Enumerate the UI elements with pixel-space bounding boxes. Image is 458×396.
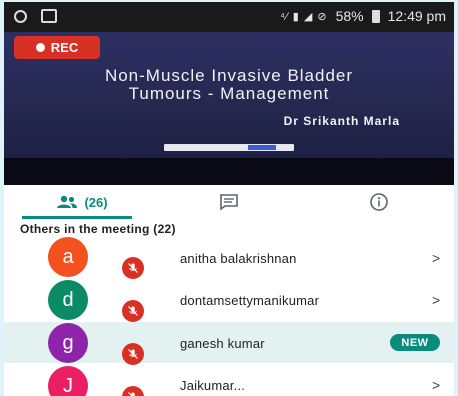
- network-icon: ⁴⁄ ▮ ◢ ⊘: [280, 10, 328, 23]
- presenter-name: Dr Srikanth Marla: [283, 114, 400, 128]
- meeting-tabs: (26): [4, 185, 454, 219]
- slide-title-line-2: Tumours - Management: [128, 84, 330, 103]
- notification-icon: [14, 9, 27, 23]
- tab-chat[interactable]: [204, 185, 254, 219]
- battery-level: 58%: [335, 8, 364, 24]
- tab-info[interactable]: [354, 185, 404, 219]
- participant-name: ganesh kumar: [180, 336, 265, 351]
- avatar: J: [48, 366, 88, 396]
- recording-badge: REC: [14, 36, 100, 59]
- record-dot-icon: [35, 43, 45, 52]
- mic-off-icon: [122, 386, 144, 396]
- people-icon: [57, 195, 78, 208]
- rec-label: REC: [50, 40, 79, 55]
- participants-section-title: Others in the meeting (22): [20, 222, 176, 236]
- status-bar: ⁴⁄ ▮ ◢ ⊘ 58% 12:49 pm: [4, 2, 454, 32]
- presentation-video[interactable]: REC Non-Muscle Invasive Bladder Tumours …: [4, 32, 454, 185]
- new-badge: NEW: [390, 334, 440, 351]
- participant-name: dontamsettymanikumar: [180, 293, 320, 308]
- chevron-right-icon[interactable]: >: [432, 250, 440, 266]
- app-frame: ⁴⁄ ▮ ◢ ⊘ 58% 12:49 pm REC Non-Muscle Inv…: [4, 2, 454, 396]
- participant-name: Jaikumar...: [180, 378, 246, 393]
- avatar: g: [48, 323, 88, 363]
- tab-people[interactable]: (26): [32, 185, 132, 219]
- avatar: d: [48, 280, 88, 320]
- chevron-right-icon[interactable]: >: [432, 377, 440, 393]
- avatar: a: [48, 237, 88, 277]
- people-count: (26): [84, 194, 108, 210]
- screen-share-bar: [164, 144, 294, 151]
- share-button-mark: [248, 145, 276, 150]
- participant-row[interactable]: d dontamsettymanikumar >: [4, 280, 454, 322]
- participant-row[interactable]: g ganesh kumar NEW: [4, 322, 454, 365]
- chevron-right-icon[interactable]: >: [432, 292, 440, 308]
- mic-off-icon: [122, 257, 144, 279]
- participant-row[interactable]: J Jaikumar... >: [4, 366, 454, 396]
- participant-row[interactable]: a anitha balakrishnan >: [4, 237, 454, 279]
- clock: 12:49 pm: [387, 8, 446, 24]
- chat-icon: [220, 194, 238, 211]
- slide-title-line-1: Non-Muscle Invasive Bladder: [104, 66, 354, 85]
- mic-off-icon: [122, 343, 144, 365]
- active-tab-indicator: [22, 216, 132, 219]
- battery-icon: [371, 9, 380, 23]
- info-icon: [370, 193, 388, 211]
- gallery-icon: [41, 9, 57, 23]
- slide: REC Non-Muscle Invasive Bladder Tumours …: [4, 32, 454, 158]
- participant-name: anitha balakrishnan: [180, 251, 297, 266]
- mic-off-icon: [122, 300, 144, 322]
